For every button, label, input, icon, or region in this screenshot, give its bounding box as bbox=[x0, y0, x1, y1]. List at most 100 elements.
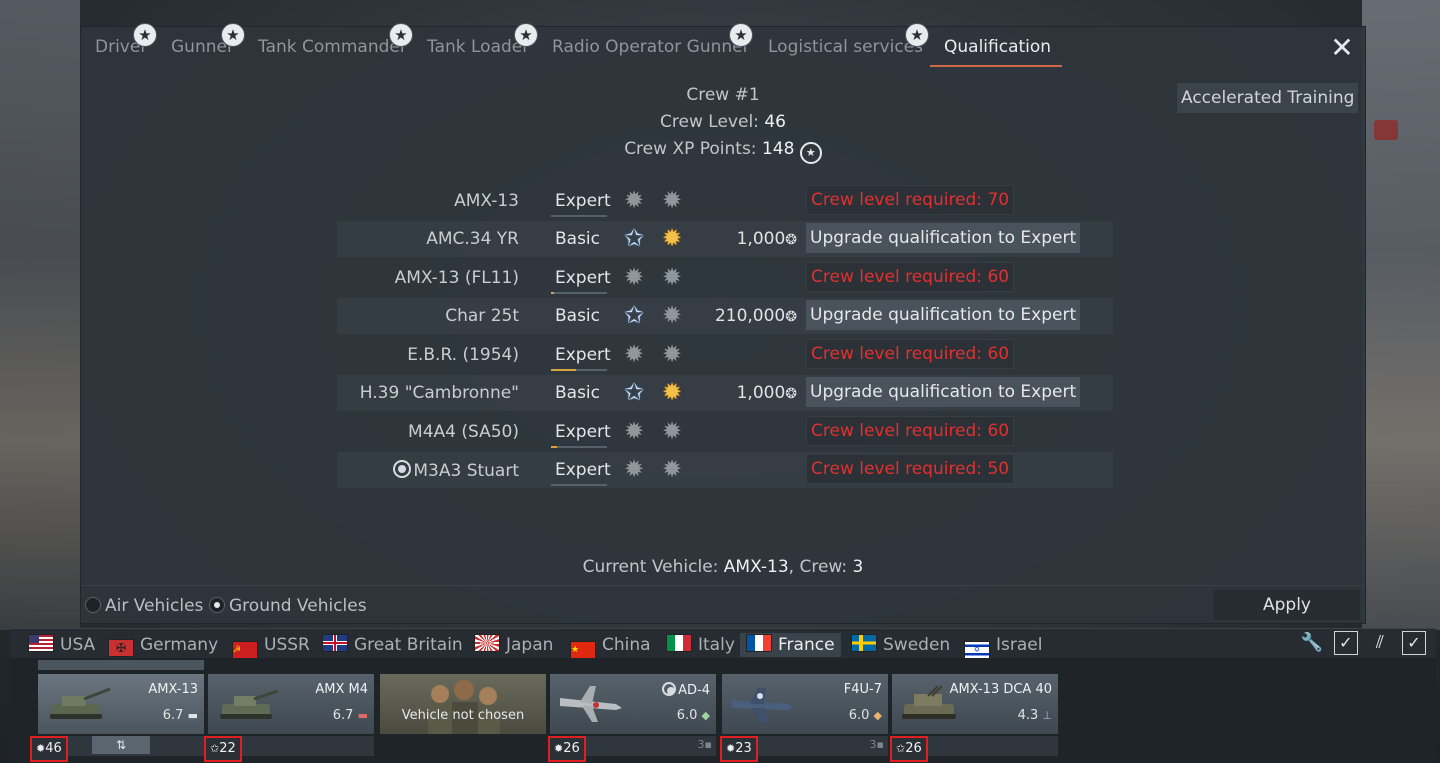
vehicle-slot[interactable]: AMX-13 DCA 40 4.3 ⊥ bbox=[892, 674, 1058, 734]
upgrade-qualification-button[interactable]: Upgrade qualification to Expert bbox=[806, 377, 1081, 407]
nation-italy[interactable]: Italy bbox=[666, 633, 735, 657]
slot-footer: ✩22 bbox=[204, 736, 374, 762]
fighter-class-icon: ◆ bbox=[873, 709, 882, 722]
silver-lions-icon: ❂ bbox=[785, 386, 797, 402]
crew-portrait-icon bbox=[428, 680, 500, 734]
nation-bar: USA ✠ Germany ☭ USSR Great Britain Japan ★… bbox=[10, 628, 1436, 659]
nation-israel[interactable]: ✡ Israel bbox=[964, 633, 1042, 659]
nation-germany[interactable]: ✠ Germany bbox=[108, 633, 218, 657]
qualification-row: M4A4 (SA50) Expert ✹ ✹ Crew level requir… bbox=[337, 414, 1113, 450]
vehicle-type-filter: Air Vehicles Ground Vehicles Apply bbox=[81, 585, 1365, 624]
nation-great-britain[interactable]: Great Britain bbox=[322, 633, 463, 657]
nation-usa[interactable]: USA bbox=[28, 633, 95, 657]
crew-level-requirement: Crew level required: 70 bbox=[806, 185, 1015, 215]
crew-level-badge: ✩22 bbox=[204, 736, 242, 762]
slot-footer: ✩26 bbox=[890, 736, 1058, 762]
background-sign bbox=[1374, 120, 1398, 140]
star-icon: ★ bbox=[514, 23, 538, 47]
nation-japan[interactable]: Japan bbox=[474, 633, 553, 657]
premium-vehicle-icon bbox=[393, 460, 412, 478]
plane-icon bbox=[560, 686, 622, 722]
battle-rating: 6.0 ◆ bbox=[676, 708, 710, 723]
expert-star-icon: ✹ bbox=[661, 378, 683, 406]
battle-rating: 6.7 ▬ bbox=[332, 708, 368, 723]
crew-tabs: ★ Driver ★ Gunner ★ Tank Commander ★ Tan… bbox=[81, 23, 1365, 69]
crew-panel: ★ Driver ★ Gunner ★ Tank Commander ★ Tan… bbox=[80, 23, 1366, 624]
star-icon: ★ bbox=[389, 23, 413, 47]
checkbox-icon[interactable]: ✓ bbox=[1333, 631, 1358, 655]
tab-radio-operator-gunner[interactable]: ★ Radio Operator Gunner bbox=[552, 23, 753, 57]
tab-gunner[interactable]: ★ Gunner bbox=[171, 23, 245, 57]
basic-star-icon: ✹ bbox=[623, 455, 645, 483]
vehicle-slot[interactable]: AD-4 6.0 ◆ bbox=[550, 674, 716, 734]
crew-level-requirement: Crew level required: 50 bbox=[806, 454, 1015, 484]
spaa-class-icon: ⊥ bbox=[1042, 709, 1052, 722]
vehicle-slot[interactable]: AMX M4 6.7 ▬ bbox=[208, 674, 374, 734]
upgrade-qualification-button[interactable]: Upgrade qualification to Expert bbox=[806, 223, 1081, 253]
crew-slots: AMX-13 6.7 ▬ ✹46 ⇅ AMX M4 6.7 ▬ ✩22 Vehi… bbox=[10, 658, 1436, 763]
silver-lions-icon: ❂ bbox=[785, 309, 797, 325]
expert-star-icon: ✹ bbox=[661, 340, 683, 368]
tab-tank-commander[interactable]: ★ Tank Commander bbox=[258, 23, 413, 57]
usa-flag-icon bbox=[28, 634, 54, 652]
crew-xp: Crew XP Points: 148 ★ bbox=[81, 139, 1365, 164]
qualification-row: E.B.R. (1954) Expert ✹ ✹ Crew level requ… bbox=[337, 337, 1113, 373]
silver-lions-icon: ❂ bbox=[785, 232, 797, 248]
basic-star-icon: ✹ bbox=[623, 186, 645, 214]
star-icon: ★ bbox=[221, 23, 245, 47]
upgrade-cost: 1,000❂ bbox=[736, 383, 797, 403]
nation-china[interactable]: ★ China bbox=[570, 633, 651, 659]
crew-expert-icon: ✹ bbox=[554, 742, 564, 755]
nation-sweden[interactable]: Sweden bbox=[851, 633, 950, 657]
basic-star-icon: ✩ bbox=[623, 378, 645, 406]
background-right bbox=[1362, 0, 1440, 630]
qualification-row: Char 25t Basic ✩ ✹ 210,000❂ Upgrade qual… bbox=[337, 298, 1113, 334]
sweden-flag-icon bbox=[851, 634, 877, 652]
nation-ussr[interactable]: ☭ USSR bbox=[232, 633, 310, 659]
qualification-progress bbox=[551, 292, 607, 294]
selected-slot-indicator bbox=[38, 660, 204, 670]
close-button[interactable]: ✕ bbox=[1327, 33, 1357, 63]
ussr-flag-icon: ☭ bbox=[232, 641, 258, 659]
qualification-progress bbox=[551, 446, 607, 448]
crew-level-requirement: Crew level required: 60 bbox=[806, 339, 1015, 369]
italy-flag-icon bbox=[666, 634, 692, 652]
ground-vehicles-radio[interactable]: Ground Vehicles bbox=[209, 596, 367, 616]
qualification-row: AMX-13 (FL11) Expert ✹ ✹ Crew level requ… bbox=[337, 260, 1113, 296]
nation-france[interactable]: France bbox=[740, 633, 841, 657]
tab-driver[interactable]: ★ Driver bbox=[95, 23, 157, 57]
qualification-progress bbox=[551, 369, 607, 371]
tab-logistical-services[interactable]: ★ Logistical services bbox=[768, 23, 929, 57]
apply-button[interactable]: Apply bbox=[1214, 590, 1360, 620]
crew-xp-icon: ★ bbox=[799, 142, 822, 164]
vehicle-slot-empty[interactable]: Vehicle not chosen bbox=[380, 674, 546, 734]
basic-star-icon: ✹ bbox=[623, 263, 645, 291]
checkbox-icon[interactable]: ✓ bbox=[1402, 631, 1426, 655]
vehicle-slot[interactable]: AMX-13 6.7 ▬ bbox=[38, 674, 204, 734]
air-vehicles-radio[interactable]: Air Vehicles bbox=[85, 596, 203, 616]
radio-icon bbox=[209, 597, 225, 613]
battle-rating: 6.0 ◆ bbox=[848, 708, 882, 723]
crew-level: Crew Level: 46 bbox=[660, 112, 786, 132]
crew-basic-icon: ✩ bbox=[210, 742, 220, 755]
qualification-progress bbox=[551, 215, 607, 217]
germany-flag-icon: ✠ bbox=[108, 639, 134, 657]
crew-level-badge: ✹26 bbox=[548, 736, 586, 762]
crew-title: Crew #1 bbox=[686, 85, 760, 105]
crew-basic-icon: ✩ bbox=[896, 742, 906, 755]
spare-count: 3▪ bbox=[869, 738, 884, 751]
tank-class-icon: ▬ bbox=[187, 709, 198, 722]
swap-button[interactable]: ⇅ bbox=[92, 736, 150, 754]
wrench-icon[interactable]: 🔧 bbox=[1299, 631, 1325, 655]
tab-tank-loader[interactable]: ★ Tank Loader bbox=[427, 23, 538, 57]
battle-rating: 4.3 ⊥ bbox=[1017, 708, 1052, 723]
ammo-icon[interactable]: ⫽ bbox=[1367, 631, 1393, 655]
plane-icon bbox=[732, 688, 794, 722]
qualification-row: AMX-13 Expert ✹ ✹ Crew level required: 7… bbox=[337, 183, 1113, 219]
vehicle-slot[interactable]: F4U-7 6.0 ◆ bbox=[722, 674, 888, 734]
upgrade-qualification-button[interactable]: Upgrade qualification to Expert bbox=[806, 300, 1081, 330]
upgrade-cost: 210,000❂ bbox=[714, 306, 797, 326]
qualification-row: H.39 "Cambronne" Basic ✩ ✹ 1,000❂ Upgrad… bbox=[337, 375, 1113, 411]
tab-qualification[interactable]: Qualification bbox=[944, 37, 1051, 57]
qualification-row: M3A3 Stuart Expert ✹ ✹ Crew level requir… bbox=[337, 452, 1113, 488]
